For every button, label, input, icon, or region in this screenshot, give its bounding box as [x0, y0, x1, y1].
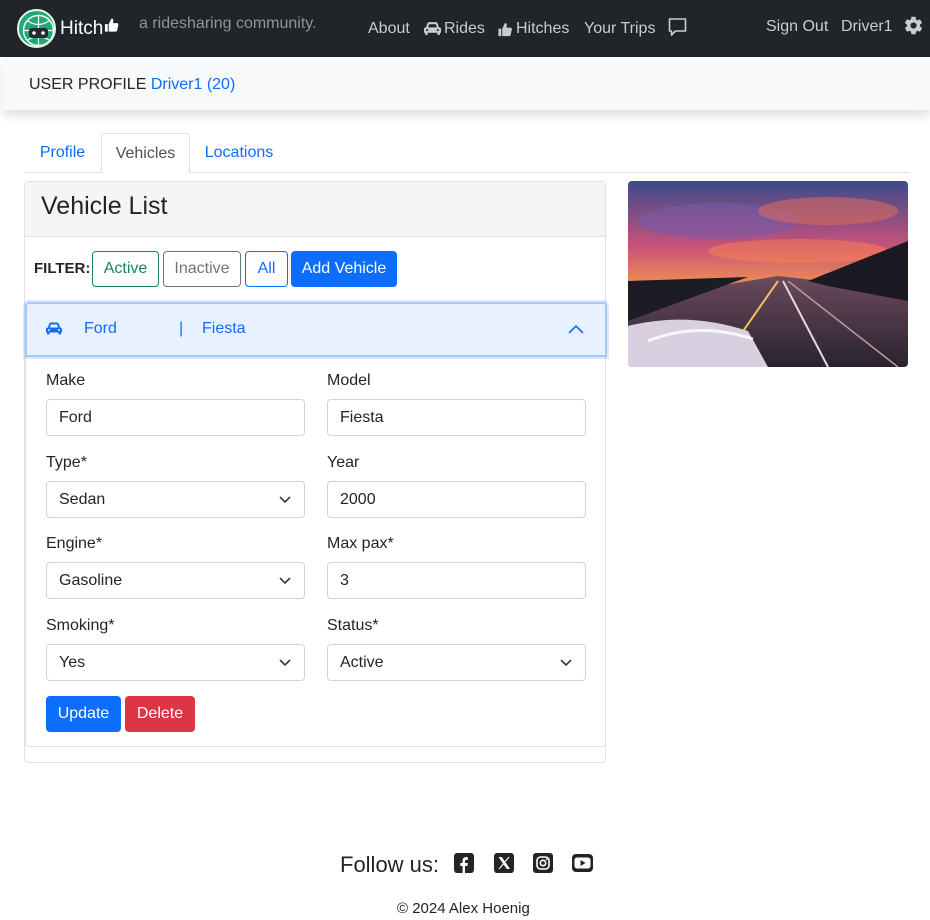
vehicle-make-label: Ford: [84, 320, 117, 337]
filter-all-button[interactable]: All: [245, 251, 288, 287]
year-input[interactable]: 2000: [327, 481, 586, 518]
smoking-value: Yes: [59, 654, 86, 671]
chevron-down-icon: [560, 659, 572, 667]
tab-locations[interactable]: Locations: [190, 133, 288, 173]
status-label: Status*: [327, 617, 379, 634]
engine-value: Gasoline: [59, 572, 123, 589]
vehicle-list-title: Vehicle List: [25, 182, 605, 237]
vehicle-model-label: Fiesta: [202, 320, 246, 337]
nav-your-trips[interactable]: Your Trips: [584, 20, 655, 38]
filter-label: FILTER:: [34, 260, 91, 277]
type-select[interactable]: Sedan: [46, 481, 305, 518]
chat-icon[interactable]: [667, 17, 691, 37]
vehicle-accordion-header[interactable]: Ford | Fiesta: [25, 302, 607, 357]
vehicle-accordion: Ford | Fiesta Make Ford Model Fiesta Typ…: [25, 302, 607, 747]
vehicle-separator: |: [179, 320, 184, 337]
filter-inactive-button[interactable]: Inactive: [163, 251, 241, 287]
vehicle-list-card: Vehicle List FILTER: Active Inactive All…: [24, 181, 607, 763]
type-label: Type*: [46, 454, 87, 471]
max-pax-label: Max pax*: [327, 535, 394, 552]
engine-label: Engine*: [46, 535, 103, 552]
thumbs-up-icon: [105, 17, 119, 32]
nav-sign-out[interactable]: Sign Out: [766, 18, 828, 36]
car-icon: [46, 322, 62, 335]
nav-user[interactable]: Driver1: [841, 18, 893, 36]
brand[interactable]: Hitch: [17, 9, 119, 48]
hitch-logo-icon: [17, 9, 56, 48]
update-button[interactable]: Update: [46, 696, 121, 732]
gear-icon[interactable]: [903, 15, 927, 36]
thumbs-up-icon: [498, 22, 512, 36]
navbar: Hitch a ridesharing community. About Rid…: [0, 0, 930, 57]
page-title-label: USER PROFILE: [29, 76, 147, 93]
nav-rides[interactable]: Rides: [424, 20, 485, 38]
nav-rides-label: Rides: [444, 20, 485, 37]
copyright: © 2024 Alex Hoenig: [397, 900, 530, 917]
follow-us-label: Follow us:: [340, 852, 440, 877]
smoking-label: Smoking*: [46, 617, 115, 634]
user-profile-link[interactable]: Driver1 (20): [151, 76, 235, 93]
instagram-icon[interactable]: [533, 853, 553, 873]
make-label: Make: [46, 372, 86, 389]
status-value: Active: [340, 654, 384, 671]
x-twitter-icon[interactable]: [494, 853, 514, 873]
delete-button[interactable]: Delete: [125, 696, 195, 732]
smoking-select[interactable]: Yes: [46, 644, 305, 681]
model-input[interactable]: Fiesta: [327, 399, 586, 436]
facebook-icon[interactable]: [454, 853, 474, 873]
profile-tabs: Profile Vehicles Locations: [24, 133, 910, 174]
filter-active-button[interactable]: Active: [92, 251, 159, 287]
add-vehicle-button[interactable]: Add Vehicle: [291, 251, 397, 287]
make-input[interactable]: Ford: [46, 399, 305, 436]
chevron-down-icon: [279, 577, 291, 585]
nav-hitches[interactable]: Hitches: [497, 20, 569, 38]
profile-header: USER PROFILE Driver1 (20): [3, 57, 930, 110]
car-icon: [424, 22, 441, 35]
engine-select[interactable]: Gasoline: [46, 562, 305, 599]
status-select[interactable]: Active: [327, 644, 586, 681]
model-label: Model: [327, 372, 371, 389]
type-value: Sedan: [59, 491, 106, 508]
nav-about[interactable]: About: [368, 20, 410, 38]
brand-name: Hitch: [60, 17, 104, 39]
road-sunset-photo: [628, 181, 908, 367]
tagline: a ridesharing community.: [139, 15, 317, 32]
youtube-icon[interactable]: [572, 853, 593, 873]
nav-hitches-label: Hitches: [516, 20, 570, 37]
max-pax-input[interactable]: 3: [327, 562, 586, 599]
chevron-down-icon: [279, 659, 291, 667]
year-label: Year: [327, 454, 360, 471]
chevron-up-icon: [568, 324, 584, 334]
chevron-down-icon: [279, 496, 291, 504]
tab-profile[interactable]: Profile: [24, 133, 101, 173]
tab-vehicles[interactable]: Vehicles: [101, 133, 190, 174]
page-title: USER PROFILE Driver1 (20): [29, 76, 235, 94]
